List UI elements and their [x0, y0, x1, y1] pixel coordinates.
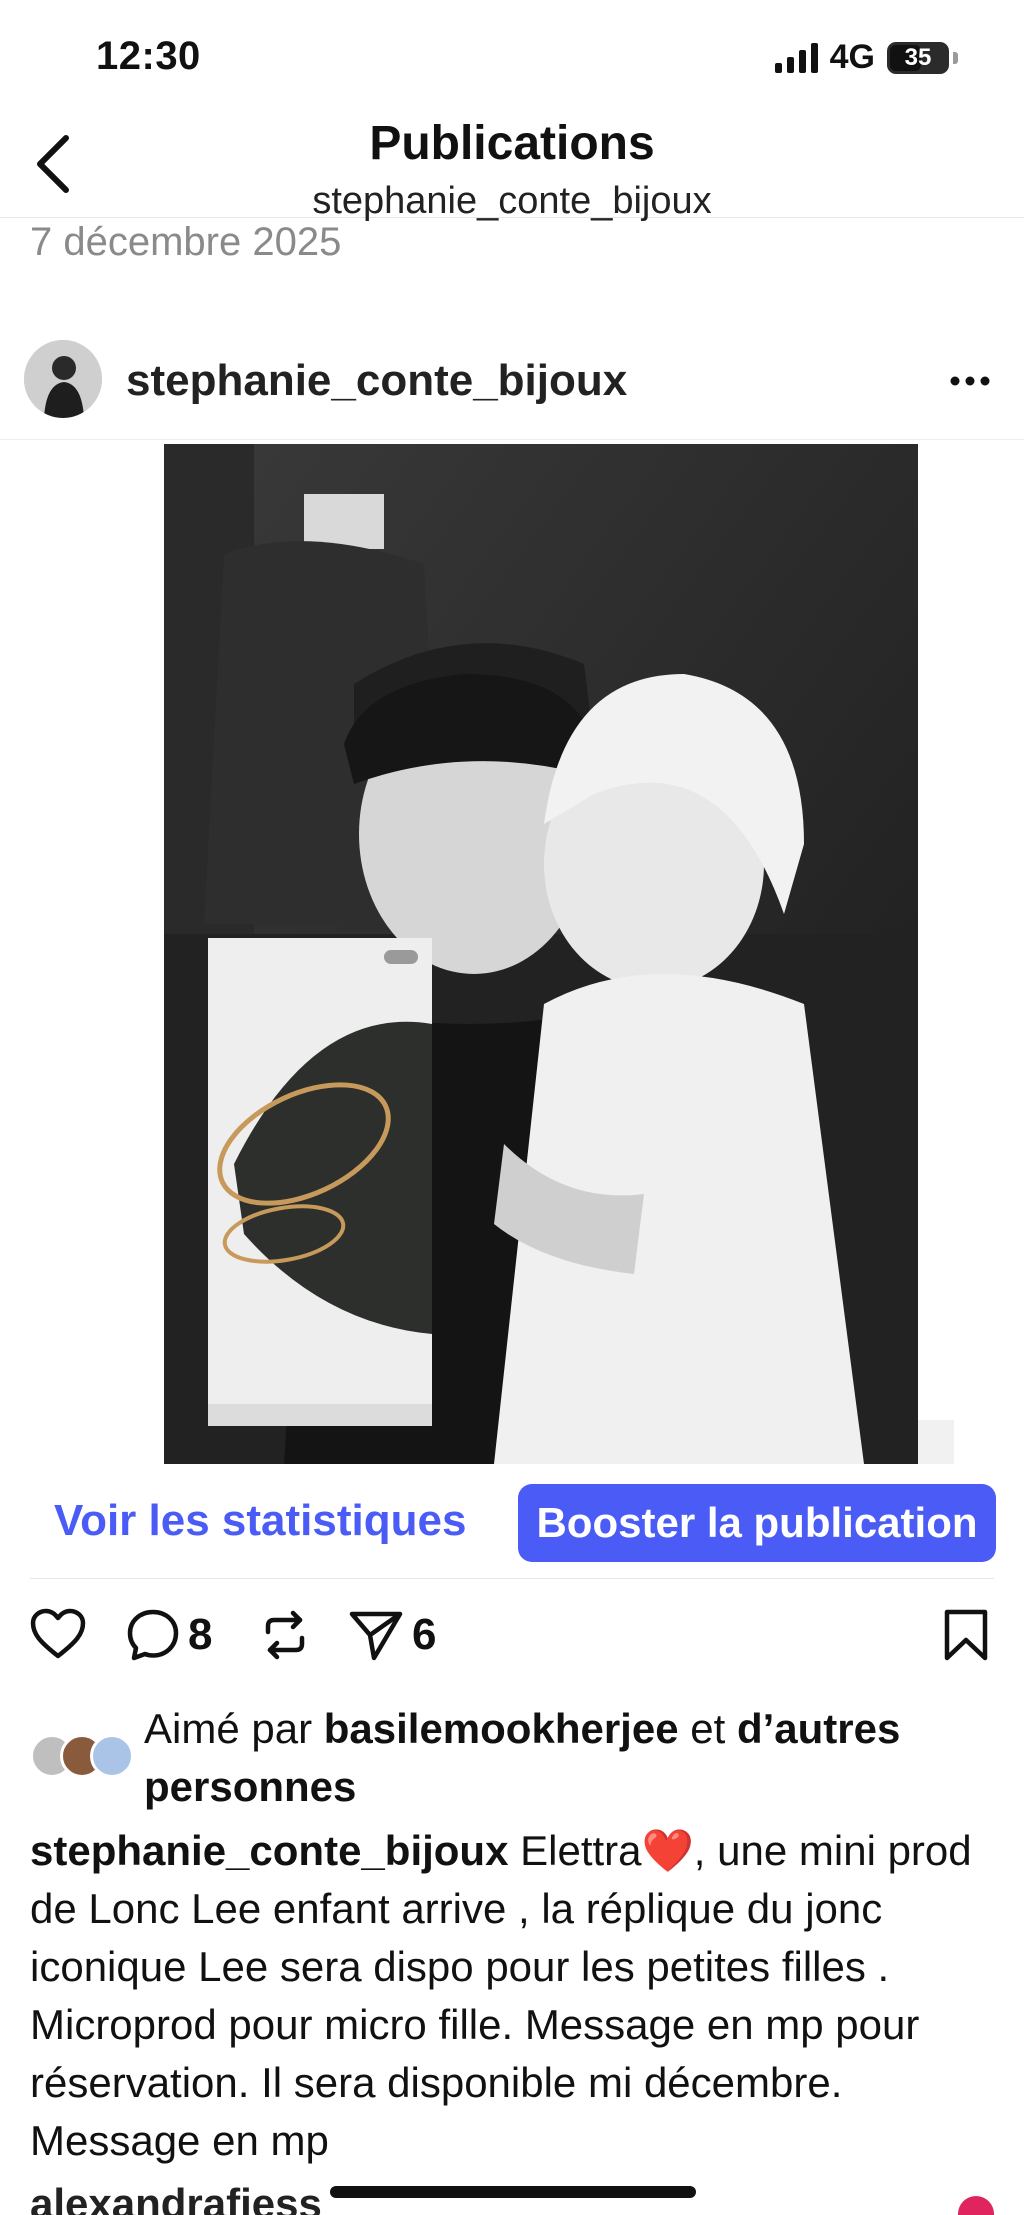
- network-type: 4G: [829, 38, 875, 76]
- likes-prefix: Aimé par: [144, 1705, 313, 1752]
- post-photo[interactable]: [164, 444, 918, 1464]
- likes-text: Aimé par basilemookherjee et d’autres pe…: [144, 1700, 1024, 1816]
- save-button[interactable]: [942, 1608, 990, 1662]
- page-title: Publications: [369, 117, 655, 170]
- comment-like-icon[interactable]: [958, 2196, 994, 2215]
- page-subtitle: stephanie_conte_bijoux: [312, 180, 712, 222]
- post-date: 7 décembre 2025: [30, 220, 342, 264]
- view-insights-link[interactable]: Voir les statistiques: [54, 1496, 466, 1546]
- like-button[interactable]: [30, 1608, 86, 1660]
- home-indicator: [330, 2186, 696, 2198]
- signal-icon: [774, 42, 818, 73]
- battery-level: 35: [904, 43, 932, 71]
- comment-icon: [127, 1609, 179, 1661]
- divider: [30, 1578, 994, 1579]
- send-icon: [349, 1611, 403, 1661]
- author-avatar[interactable]: [24, 340, 102, 418]
- liker-avatar: [90, 1734, 134, 1778]
- status-time: 12:30: [96, 34, 201, 78]
- share-button[interactable]: 6: [348, 1608, 436, 1662]
- status-bar: 12:30 4G 35: [0, 0, 1024, 110]
- heart-icon: [30, 1608, 86, 1659]
- liker-username[interactable]: basilemookherjee: [324, 1705, 679, 1752]
- nav-header: Publications stephanie_conte_bijoux: [0, 110, 1024, 222]
- battery-icon: 35: [887, 41, 949, 74]
- comment-button[interactable]: 8: [126, 1608, 212, 1662]
- repost-icon: [265, 1610, 305, 1660]
- bookmark-icon: [944, 1609, 988, 1661]
- likes-connector: et: [690, 1705, 726, 1752]
- comment-count: 8: [188, 1610, 213, 1659]
- liker-avatars: [30, 1734, 140, 1784]
- post-author-row: stephanie_conte_bijoux: [0, 330, 1024, 440]
- battery-cap: [953, 51, 958, 64]
- repost-button[interactable]: [258, 1608, 312, 1662]
- image-edge: [918, 1420, 954, 1464]
- caption-text: Elettra❤️, une mini prod de Lonc Lee enf…: [30, 1827, 972, 2164]
- status-indicators: 4G 35: [774, 38, 958, 77]
- likes-summary[interactable]: Aimé par basilemookherjee et d’autres pe…: [30, 1700, 1010, 1810]
- boost-post-button[interactable]: Booster la publication: [518, 1484, 996, 1562]
- share-count: 6: [412, 1610, 437, 1659]
- post-actions: 8 6: [0, 1608, 1024, 1672]
- post-caption: stephanie_conte_bijoux Elettra❤️, une mi…: [30, 1822, 1000, 2170]
- caption-username[interactable]: stephanie_conte_bijoux: [30, 1827, 508, 1874]
- author-name[interactable]: stephanie_conte_bijoux: [126, 356, 627, 406]
- comment-username[interactable]: alexandrafiess: [30, 2180, 322, 2215]
- more-horizontal-icon: [950, 376, 990, 386]
- more-options-button[interactable]: [942, 356, 998, 406]
